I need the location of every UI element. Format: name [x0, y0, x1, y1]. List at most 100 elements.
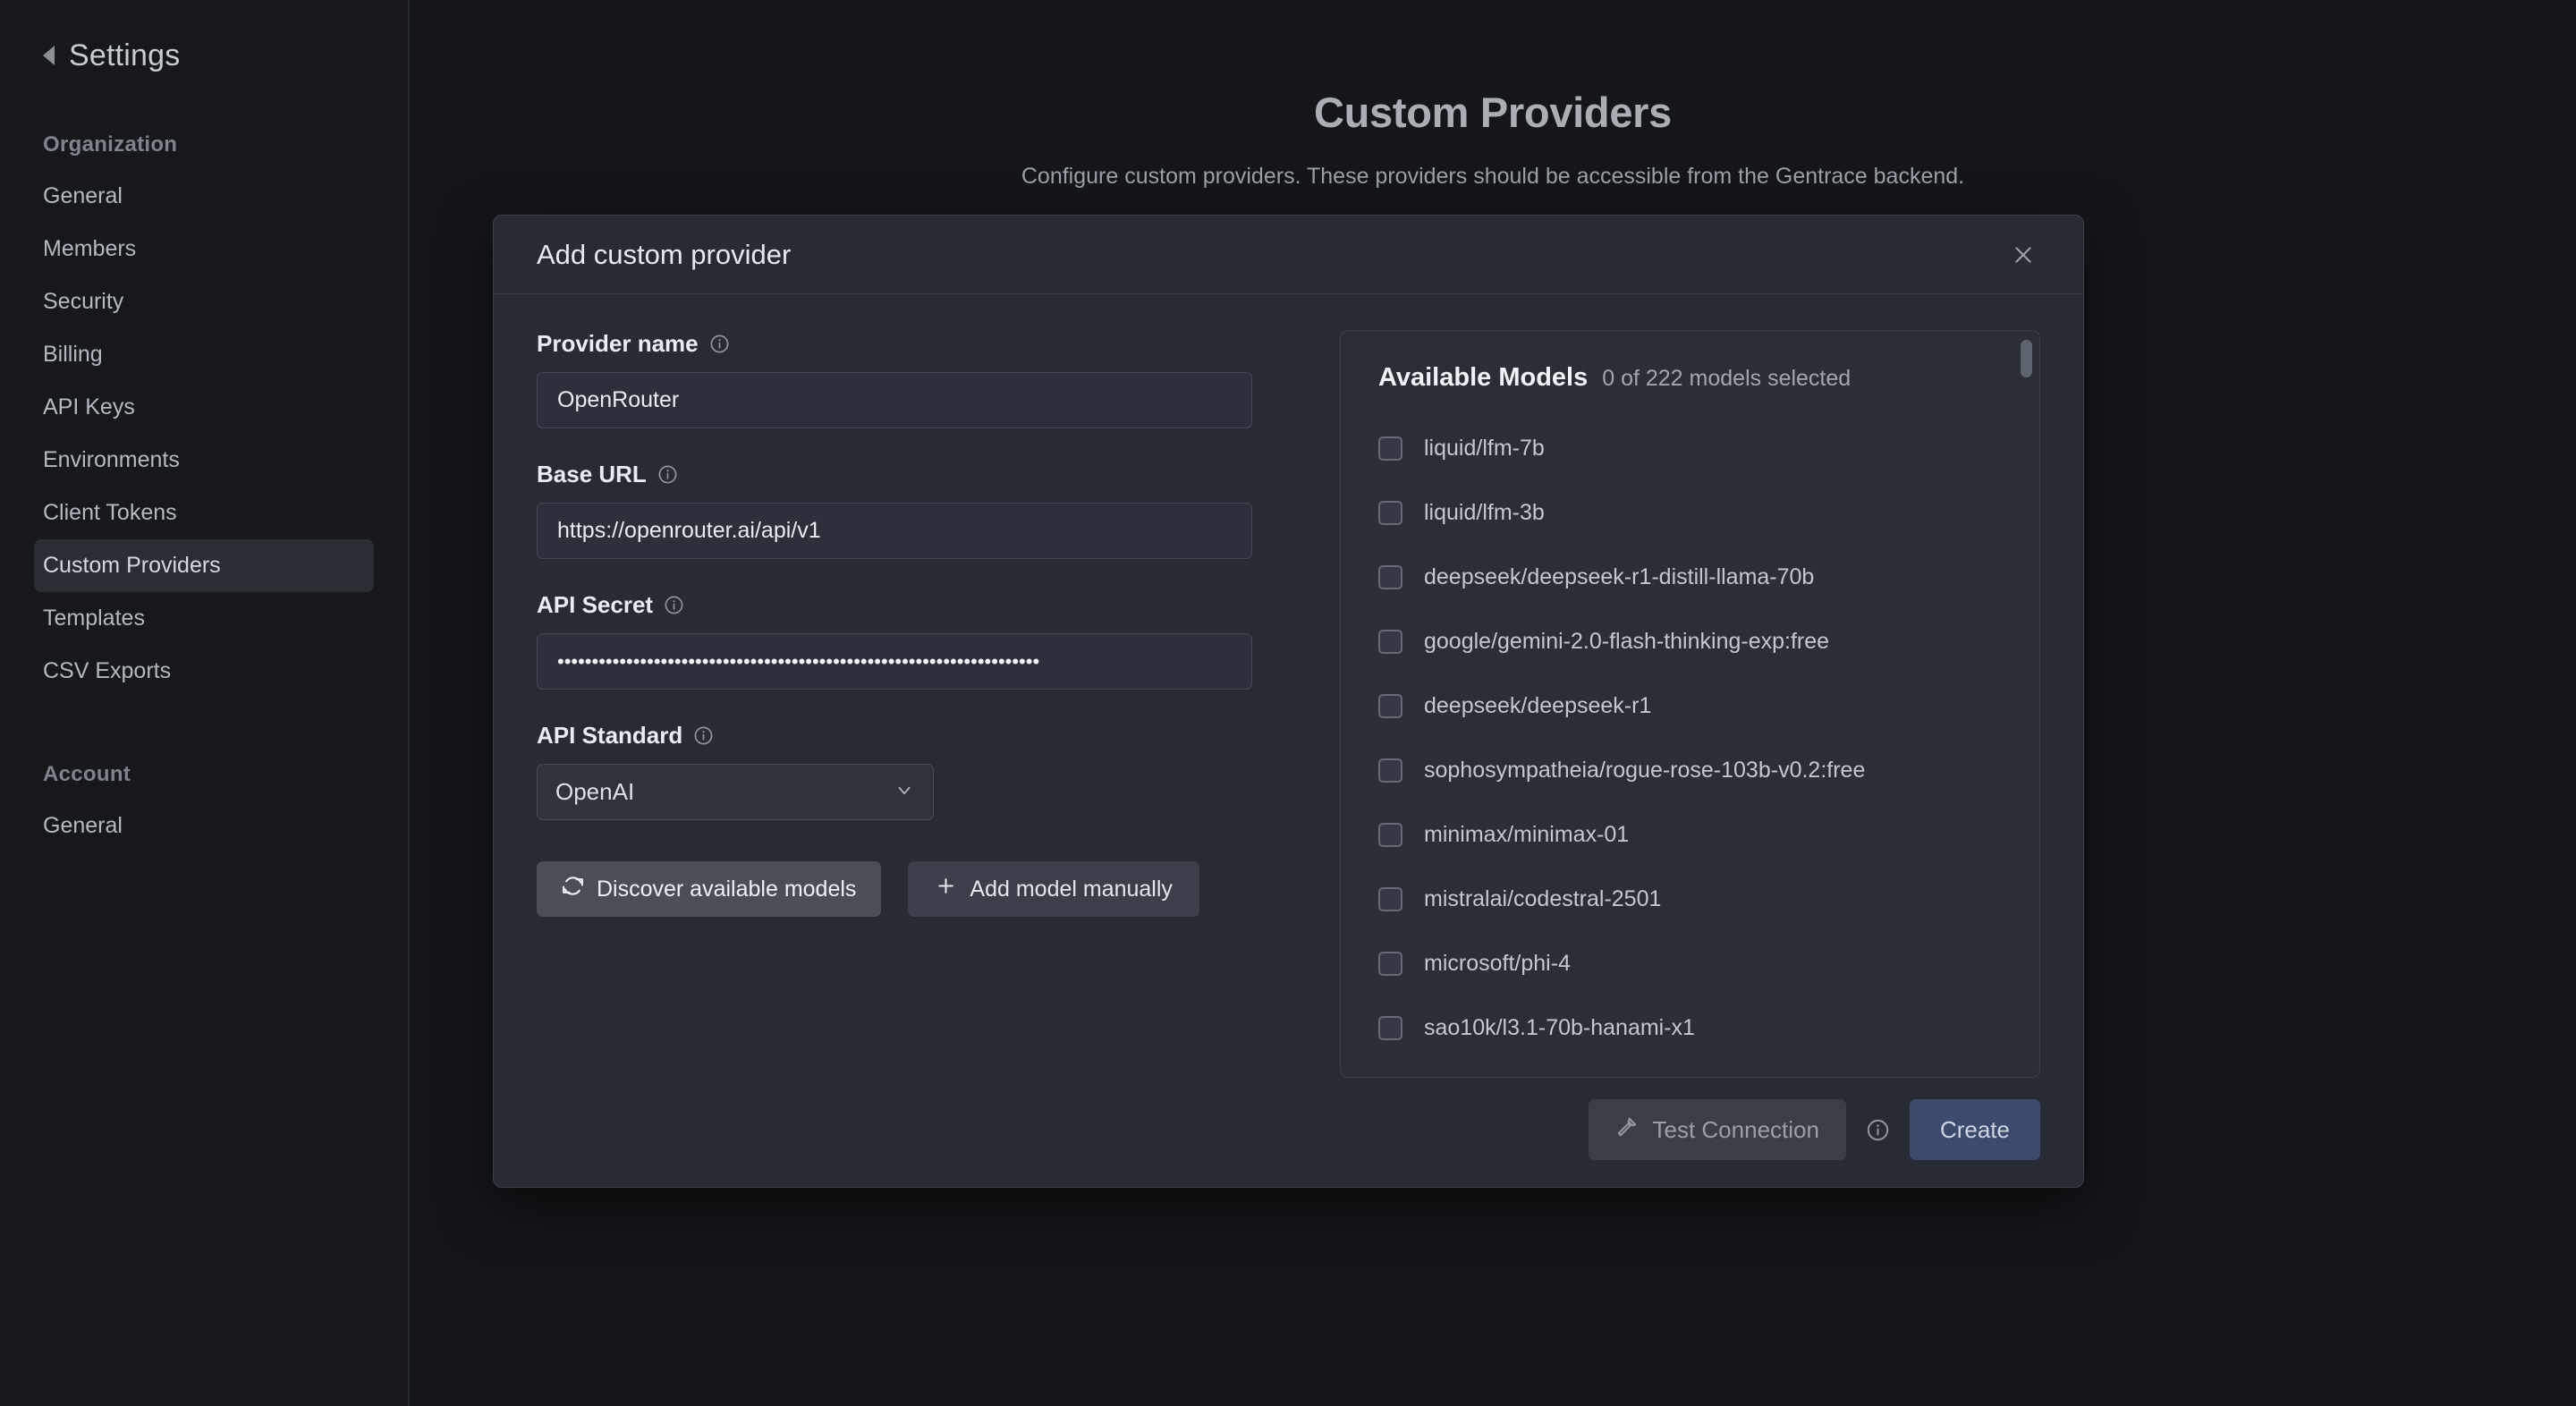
available-models-header: Available Models 0 of 222 models selecte… — [1341, 331, 2039, 396]
sidebar-item-custom-providers[interactable]: Custom Providers — [34, 539, 374, 592]
field-base-url: Base URL — [537, 461, 1288, 559]
model-name: deepseek/deepseek-r1 — [1424, 692, 1652, 718]
sidebar-item-label: Custom Providers — [43, 553, 221, 578]
info-icon[interactable] — [693, 725, 714, 746]
model-list-item[interactable]: liquid/lfm-3b — [1378, 480, 2002, 545]
hammer-icon — [1615, 1115, 1639, 1145]
info-icon[interactable] — [657, 464, 678, 485]
models-column: Available Models 0 of 222 models selecte… — [1340, 330, 2040, 1080]
model-list-item[interactable]: liquid/lfm-7b — [1378, 416, 2002, 480]
model-list-item[interactable]: sao10k/l3.1-70b-hanami-x1 — [1378, 995, 2002, 1060]
sidebar-item-label: Templates — [43, 606, 145, 631]
sidebar-title: Settings — [69, 38, 181, 72]
sidebar-group-account: General — [0, 800, 408, 852]
app-root: Settings Organization General Members Se… — [0, 0, 2576, 1406]
info-icon[interactable] — [709, 334, 730, 354]
discover-available-models-button[interactable]: Discover available models — [537, 861, 882, 917]
dialog-title: Add custom provider — [537, 238, 792, 270]
info-icon[interactable] — [1866, 1118, 1890, 1142]
settings-sidebar: Settings Organization General Members Se… — [0, 0, 410, 1406]
available-models-panel: Available Models 0 of 222 models selecte… — [1340, 330, 2040, 1078]
close-icon[interactable] — [2003, 234, 2044, 275]
sidebar-section-account-label: Account — [43, 762, 131, 786]
base-url-label-row: Base URL — [537, 461, 1288, 488]
model-list-item[interactable]: mistralai/codestral-2501 — [1378, 867, 2002, 931]
model-checkbox[interactable] — [1378, 1015, 1402, 1040]
model-list-item[interactable]: google/gemini-2.0-flash-thinking-exp:fre… — [1378, 609, 2002, 673]
sidebar-item-templates[interactable]: Templates — [34, 592, 374, 645]
model-name: google/gemini-2.0-flash-thinking-exp:fre… — [1424, 628, 1830, 654]
models-scrollbar[interactable] — [2021, 340, 2032, 705]
info-icon[interactable] — [664, 595, 684, 615]
model-name: mistralai/codestral-2501 — [1424, 885, 1662, 911]
main-content: Custom Providers Configure custom provid… — [410, 0, 2576, 1406]
models-list[interactable]: liquid/lfm-7b liquid/lfm-3b deepseek/dee… — [1341, 396, 2039, 1060]
modal-overlay: Add custom provider Provider name OpenRo… — [410, 0, 2576, 1406]
api-standard-select-wrap: OpenAI — [537, 764, 934, 820]
dialog-footer: Test Connection Create — [494, 1080, 2083, 1187]
model-name: microsoft/phi-4 — [1424, 950, 1571, 976]
field-provider-name: Provider name — [537, 330, 1288, 428]
sidebar-item-general[interactable]: General — [34, 170, 374, 223]
api-standard-label-row: API Standard — [537, 722, 1288, 750]
model-list-item[interactable]: deepseek/deepseek-r1 — [1378, 673, 2002, 738]
model-actions-row: Discover available models Add model manu… — [537, 861, 1288, 917]
api-standard-select[interactable]: OpenAI — [537, 764, 934, 820]
refresh-icon — [562, 875, 584, 903]
model-list-item[interactable]: sophosympatheia/rogue-rose-103b-v0.2:fre… — [1378, 738, 2002, 802]
add-model-manually-button[interactable]: Add model manually — [908, 861, 1199, 917]
model-checkbox[interactable] — [1378, 886, 1402, 911]
sidebar-item-csv-exports[interactable]: CSV Exports — [34, 645, 374, 698]
dialog-body: Provider name Base — [494, 294, 2083, 1080]
provider-name-label-row: Provider name — [537, 330, 1288, 358]
model-checkbox[interactable] — [1378, 693, 1402, 718]
model-name: liquid/lfm-7b — [1424, 435, 1545, 461]
sidebar-item-label: Client Tokens — [43, 500, 177, 525]
model-checkbox[interactable] — [1378, 951, 1402, 976]
triangle-left-icon — [43, 46, 55, 65]
model-checkbox[interactable] — [1378, 500, 1402, 525]
sidebar-item-label: CSV Exports — [43, 658, 172, 683]
create-button-label: Create — [1939, 1115, 2010, 1143]
discover-button-label: Discover available models — [597, 876, 857, 902]
sidebar-back-to-settings[interactable]: Settings — [0, 32, 408, 79]
provider-name-input[interactable] — [537, 372, 1252, 428]
test-connection-label: Test Connection — [1652, 1115, 1819, 1143]
create-button[interactable]: Create — [1909, 1099, 2040, 1160]
model-name: sophosympatheia/rogue-rose-103b-v0.2:fre… — [1424, 757, 1866, 783]
model-list-item[interactable]: minimax/minimax-01 — [1378, 802, 2002, 867]
sidebar-item-label: Security — [43, 289, 124, 314]
available-models-title: Available Models — [1378, 363, 1589, 392]
sidebar-section-organization-label: Organization — [43, 132, 178, 157]
model-checkbox[interactable] — [1378, 564, 1402, 589]
sidebar-item-security[interactable]: Security — [34, 275, 374, 328]
api-standard-label: API Standard — [537, 722, 683, 749]
field-api-secret: API Secret — [537, 591, 1288, 690]
dialog-header: Add custom provider — [494, 216, 2083, 294]
api-secret-input[interactable] — [537, 633, 1252, 690]
model-checkbox[interactable] — [1378, 822, 1402, 847]
sidebar-item-label: Members — [43, 236, 137, 261]
sidebar-item-account-general[interactable]: General — [34, 800, 374, 852]
model-checkbox[interactable] — [1378, 758, 1402, 783]
model-list-item[interactable]: deepseek/deepseek-r1-distill-llama-70b — [1378, 545, 2002, 609]
base-url-label: Base URL — [537, 461, 647, 487]
model-name: sao10k/l3.1-70b-hanami-x1 — [1424, 1014, 1695, 1040]
sidebar-group-organization: General Members Security Billing API Key… — [0, 170, 408, 698]
test-connection-button[interactable]: Test Connection — [1588, 1099, 1846, 1160]
base-url-input[interactable] — [537, 503, 1252, 559]
model-checkbox[interactable] — [1378, 436, 1402, 461]
api-standard-value: OpenAI — [555, 778, 635, 805]
sidebar-item-members[interactable]: Members — [34, 223, 374, 275]
sidebar-item-environments[interactable]: Environments — [34, 434, 374, 487]
model-name: liquid/lfm-3b — [1424, 499, 1545, 525]
model-list-item[interactable]: microsoft/phi-4 — [1378, 931, 2002, 995]
models-scrollbar-thumb[interactable] — [2021, 340, 2032, 377]
sidebar-item-api-keys[interactable]: API Keys — [34, 381, 374, 434]
model-checkbox[interactable] — [1378, 629, 1402, 654]
sidebar-item-label: Environments — [43, 447, 180, 472]
api-secret-label-row: API Secret — [537, 591, 1288, 619]
sidebar-item-client-tokens[interactable]: Client Tokens — [34, 487, 374, 539]
plus-icon — [935, 875, 957, 903]
sidebar-item-billing[interactable]: Billing — [34, 328, 374, 381]
